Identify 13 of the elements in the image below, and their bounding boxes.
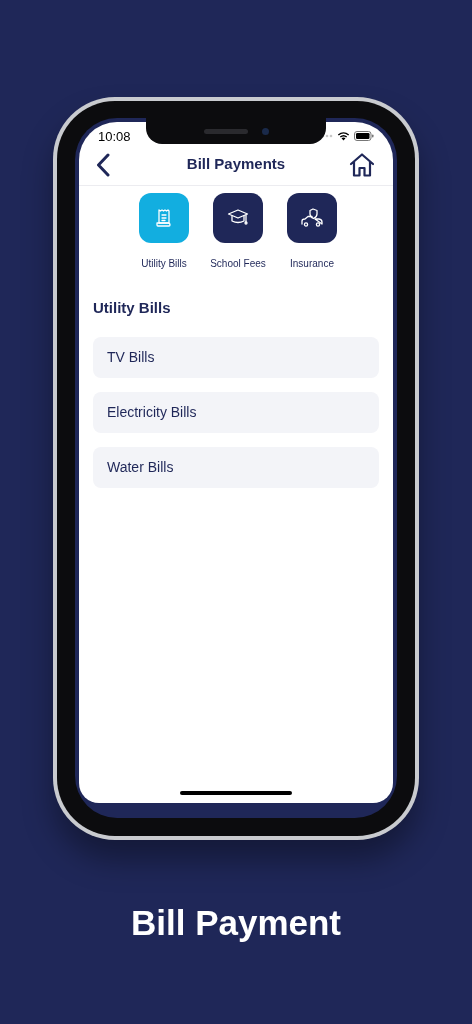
bill-list-item[interactable]: TV Bills [93, 336, 379, 378]
car-shield-icon [300, 207, 324, 229]
screen-title: Bill Payments [186, 154, 286, 175]
bill-list-item[interactable]: Electricity Bills [93, 391, 379, 433]
wifi-icon [337, 131, 350, 141]
section-title: Utility Bills [93, 298, 172, 318]
caption-title: Bill Payment [130, 905, 342, 940]
bill-list-item[interactable]: Water Bills [93, 446, 379, 488]
status-time: 10:08 [98, 129, 131, 143]
battery-icon [354, 131, 374, 141]
home-icon [349, 152, 375, 177]
back-chevron-icon [96, 152, 110, 177]
receipt-icon [154, 208, 174, 228]
